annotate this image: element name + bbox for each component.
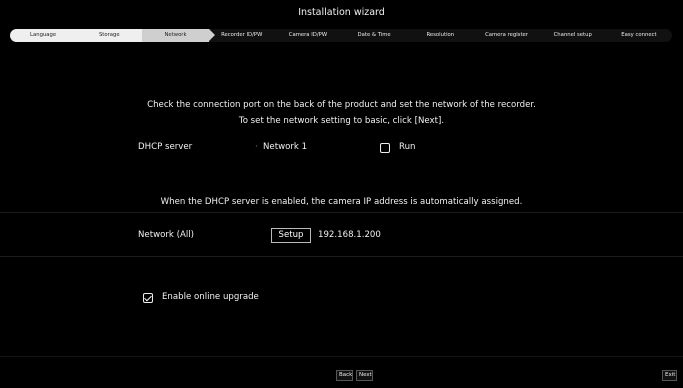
online-upgrade-label: Enable online upgrade (162, 292, 259, 302)
divider (0, 212, 683, 213)
dhcp-run-label: Run (399, 142, 416, 152)
step-channel-setup[interactable]: Channel setup (540, 29, 606, 42)
footer-divider (0, 356, 683, 357)
step-network[interactable]: Network (142, 29, 215, 42)
step-camera-register[interactable]: Camera register (473, 29, 539, 42)
wizard-steps: Language Storage Network Recorder ID/PW … (10, 29, 672, 42)
instruction-line-1: Check the connection port on the back of… (147, 100, 536, 110)
online-upgrade-checkbox[interactable] (143, 293, 153, 303)
exit-button[interactable]: Exit (662, 370, 677, 381)
network-setup-button[interactable]: Setup (271, 228, 311, 243)
dhcp-network-name: Network 1 (263, 142, 308, 152)
step-easy-connect[interactable]: Easy connect (606, 29, 672, 42)
network-ip-address: 192.168.1.200 (318, 230, 381, 240)
step-recorder-id-pw[interactable]: Recorder ID/PW (209, 29, 275, 42)
step-camera-id-pw[interactable]: Camera ID/PW (275, 29, 341, 42)
step-language[interactable]: Language (10, 29, 77, 42)
step-resolution[interactable]: Resolution (407, 29, 473, 42)
divider (0, 256, 683, 257)
dhcp-server-label: DHCP server (138, 142, 193, 152)
dhcp-run-checkbox[interactable] (380, 143, 390, 153)
back-button[interactable]: Back (336, 370, 353, 381)
next-button[interactable]: Next (356, 370, 373, 381)
window-title: Installation wizard (298, 7, 385, 18)
step-date-time[interactable]: Date & Time (341, 29, 407, 42)
dhcp-note: When the DHCP server is enabled, the cam… (160, 197, 523, 207)
instruction-line-2: To set the network setting to basic, cli… (238, 116, 445, 126)
dhcp-bullet: · (255, 142, 258, 152)
network-all-label: Network (All) (138, 230, 194, 240)
step-storage[interactable]: Storage (76, 29, 143, 42)
